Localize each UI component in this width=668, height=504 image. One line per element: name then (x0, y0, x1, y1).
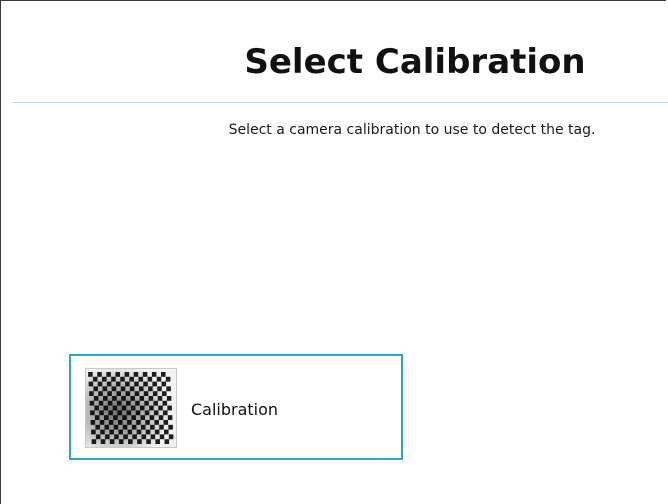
checkerboard-thumbnail (86, 369, 176, 447)
checkerboard-icon (85, 368, 177, 448)
calibration-option-button[interactable]: Calibration (69, 354, 403, 460)
title-divider (12, 102, 668, 103)
calibration-label: Calibration (191, 400, 279, 419)
page-title: Select Calibration (244, 42, 586, 82)
window-frame: Select Calibration Select a camera calib… (0, 0, 668, 504)
instruction-text: Select a camera calibration to use to de… (228, 122, 596, 138)
